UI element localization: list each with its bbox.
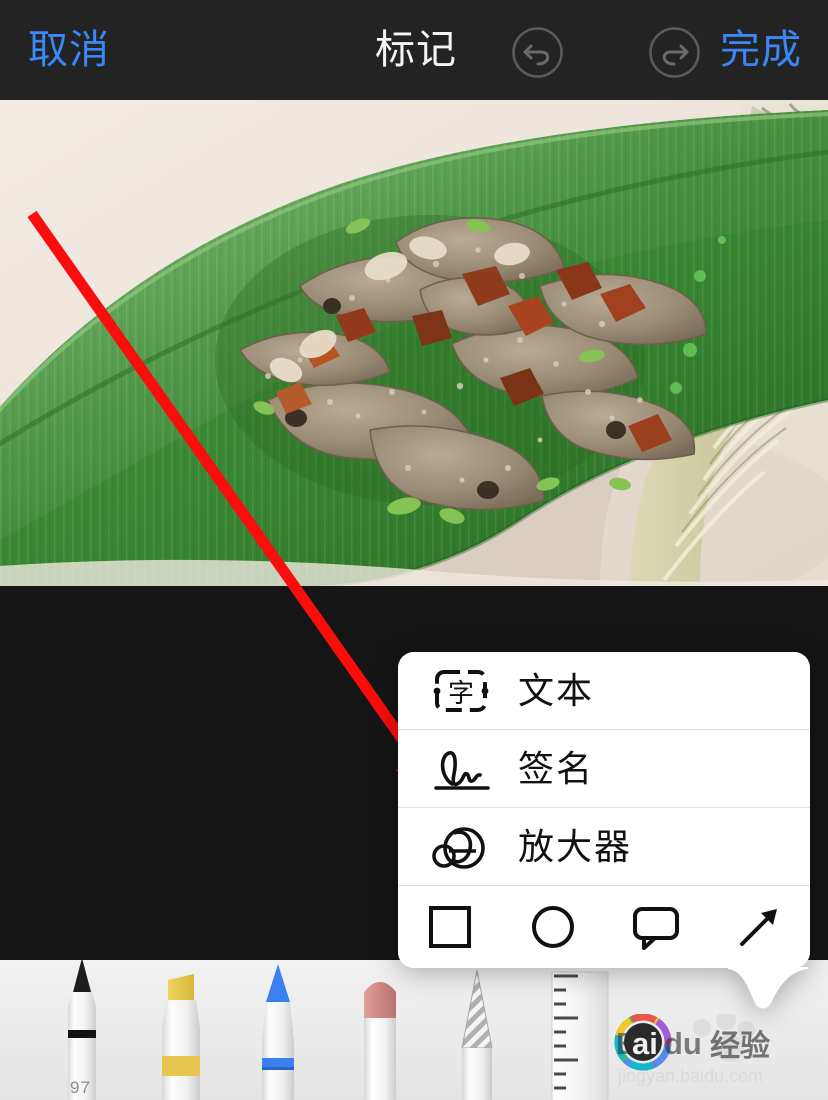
ruler-tool[interactable]	[548, 968, 610, 1100]
markup-screen: 97 B ai du 经验 jingyan.baidu.com 字 文本 签名 …	[0, 0, 828, 1100]
popup-body: 字 文本 签名 放大器	[398, 652, 810, 968]
popup-tail	[728, 967, 808, 1009]
square-shape-icon[interactable]	[398, 886, 501, 968]
done-button[interactable]: 完成	[720, 30, 802, 70]
pen-size-label: 97	[70, 1078, 91, 1097]
page-title: 标记	[375, 28, 457, 72]
highlighter-tool-icon	[162, 974, 200, 1100]
popup-item-text-label: 文本	[518, 669, 595, 711]
lasso-tool-icon	[461, 969, 493, 1100]
circle-shape-icon[interactable]	[501, 886, 604, 968]
popup-item-magnifier-label: 放大器	[518, 825, 633, 867]
photo-canvas[interactable]	[0, 100, 828, 586]
svg-text:字: 字	[448, 679, 474, 709]
popup-item-magnifier[interactable]: 放大器	[398, 807, 810, 885]
markup-top-bar: 取消 标记 完成	[0, 0, 828, 100]
arrow-shape-icon[interactable]	[707, 886, 810, 968]
popup-item-text[interactable]: 字 文本	[398, 652, 810, 729]
drawing-tools-toolbar[interactable]: 97	[0, 960, 828, 1100]
popup-shapes-row	[398, 885, 810, 968]
signature-icon	[430, 743, 492, 795]
marker-tool-icon	[262, 964, 294, 1100]
speech-bubble-shape-icon[interactable]	[604, 886, 707, 968]
markup-add-popup[interactable]: 字 文本 签名 放大器	[398, 652, 810, 1009]
eraser-tool-icon	[364, 982, 396, 1100]
popup-item-signature[interactable]: 签名	[398, 729, 810, 807]
magnifier-icon	[430, 821, 492, 873]
pen-tool[interactable]: 97	[56, 960, 108, 1100]
redo-icon[interactable]	[648, 26, 701, 79]
undo-icon[interactable]	[511, 26, 564, 79]
text-box-icon: 字	[430, 665, 492, 717]
popup-item-signature-label: 签名	[518, 747, 595, 789]
highlighter-tool[interactable]	[150, 970, 212, 1100]
eraser-tool[interactable]	[352, 970, 408, 1100]
photo-image	[0, 100, 828, 586]
lasso-tool[interactable]	[452, 966, 502, 1100]
cancel-button[interactable]: 取消	[28, 30, 110, 70]
marker-tool[interactable]	[252, 960, 304, 1100]
ruler-tool-icon	[551, 971, 609, 1100]
